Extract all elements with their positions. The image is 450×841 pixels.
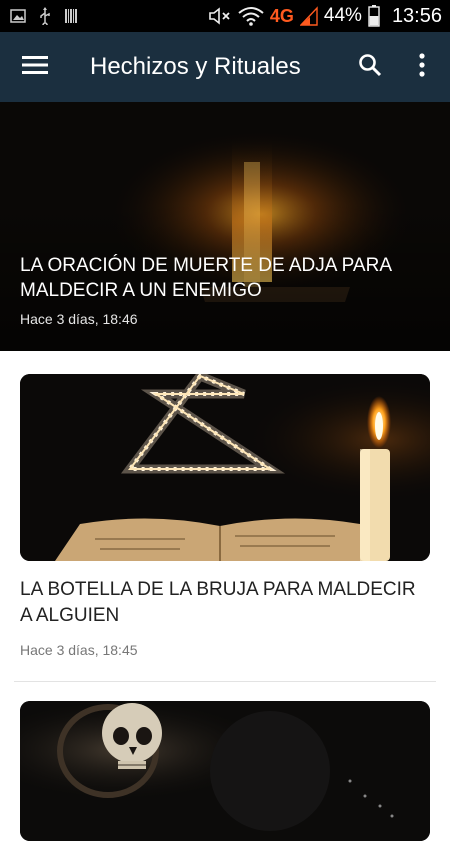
more-vert-icon <box>419 52 425 82</box>
battery-icon <box>368 5 380 27</box>
network-type-label: 4G <box>269 5 294 26</box>
barcode-icon <box>64 8 78 24</box>
more-options-button[interactable] <box>400 32 444 102</box>
article-image <box>20 701 430 841</box>
featured-article[interactable]: LA ORACIÓN DE MUERTE DE ADJA PARA MALDEC… <box>0 102 450 351</box>
app-title: Hechizos y Rituales <box>90 53 301 80</box>
menu-button[interactable] <box>0 32 70 102</box>
status-clock: 13:56 <box>391 4 442 27</box>
status-bar: 4G 44% 13:56 <box>0 0 450 32</box>
battery-percent: 44% <box>323 5 362 26</box>
menu-icon <box>22 55 48 80</box>
article-date: Hace 3 días, 18:45 <box>20 642 138 658</box>
wifi-icon <box>238 6 264 26</box>
featured-article-title: LA ORACIÓN DE MUERTE DE ADJA PARA MALDEC… <box>20 255 391 301</box>
search-button[interactable] <box>346 32 394 102</box>
article-image <box>20 374 430 561</box>
article-card[interactable] <box>0 682 450 841</box>
app-bar: Hechizos y Rituales <box>0 32 450 102</box>
status-notifications <box>10 7 78 25</box>
usb-icon <box>38 7 52 25</box>
article-title: LA BOTELLA DE LA BRUJA PARA MALDECIR A A… <box>20 579 416 626</box>
status-system: 4G 44% 13:56 <box>208 5 442 28</box>
image-notification-icon <box>10 8 26 24</box>
search-icon <box>358 53 382 82</box>
featured-article-date: Hace 3 días, 18:46 <box>20 311 138 327</box>
signal-icon <box>299 6 318 26</box>
mute-icon <box>208 6 232 26</box>
article-card[interactable]: LA BOTELLA DE LA BRUJA PARA MALDECIR A A… <box>0 351 450 682</box>
